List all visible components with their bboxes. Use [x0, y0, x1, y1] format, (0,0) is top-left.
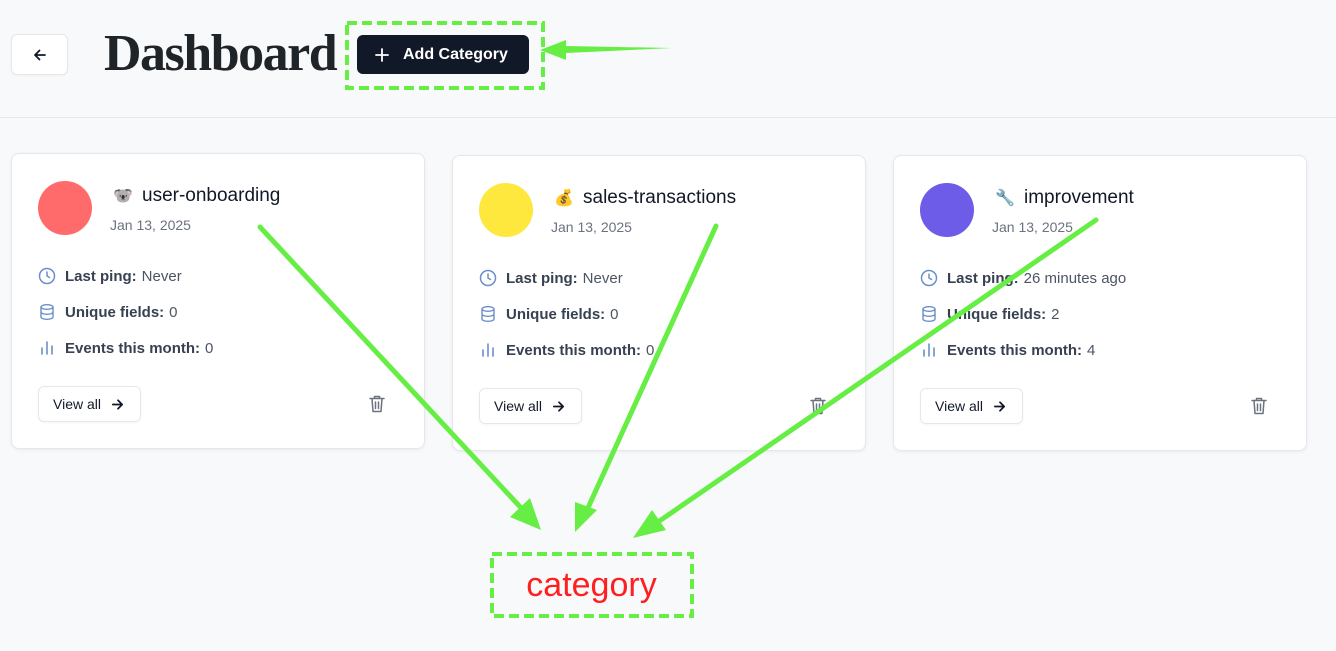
category-card-user-onboarding: 🐨 user-onboarding Jan 13, 2025 Last ping:… — [11, 153, 425, 449]
category-color-avatar — [920, 183, 974, 237]
last-ping-stat: Last ping: Never — [479, 269, 623, 287]
category-name: 💰 sales-transactions — [553, 187, 736, 209]
last-ping-label: Last ping: — [506, 269, 578, 287]
database-icon — [38, 303, 56, 321]
clock-icon — [479, 269, 497, 287]
category-name: 🐨 user-onboarding — [112, 185, 280, 207]
arrow-right-icon — [111, 398, 124, 410]
unique-fields-label: Unique fields: — [65, 303, 165, 321]
unique-fields-stat: Unique fields: 0 — [479, 305, 619, 323]
events-label: Events this month: — [65, 339, 201, 357]
wrench-emoji-icon: 🔧 — [995, 190, 1015, 207]
plus-icon — [375, 47, 389, 62]
page-title: Dashboard — [104, 25, 338, 82]
events-value: 0 — [646, 341, 655, 359]
arrow-right-icon — [993, 400, 1006, 412]
unique-fields-label: Unique fields: — [506, 305, 606, 323]
category-annotation-label: category — [526, 565, 657, 604]
trash-icon[interactable] — [809, 396, 827, 416]
trash-icon[interactable] — [368, 394, 386, 414]
category-name: 🔧 improvement — [994, 187, 1134, 209]
header-bar: Dashboard Add Category — [0, 0, 1336, 118]
events-value: 0 — [205, 339, 214, 357]
category-name-text: sales-transactions — [583, 187, 737, 208]
events-value: 4 — [1087, 341, 1096, 359]
last-ping-value: Never — [141, 267, 182, 285]
clock-icon — [920, 269, 938, 287]
category-name-text: improvement — [1024, 187, 1134, 208]
category-name-text: user-onboarding — [142, 185, 281, 206]
unique-fields-value: 2 — [1051, 305, 1060, 323]
view-all-label: View all — [494, 398, 542, 414]
last-ping-stat: Last ping: Never — [38, 267, 182, 285]
unique-fields-stat: Unique fields: 0 — [38, 303, 178, 321]
koala-emoji-icon: 🐨 — [113, 188, 133, 205]
unique-fields-value: 0 — [610, 305, 619, 323]
events-stat: Events this month: 0 — [479, 341, 654, 359]
bar-chart-icon — [38, 339, 56, 357]
bar-chart-icon — [479, 341, 497, 359]
back-button[interactable] — [11, 34, 68, 75]
events-label: Events this month: — [506, 341, 642, 359]
unique-fields-label: Unique fields: — [947, 305, 1047, 323]
bar-chart-icon — [920, 341, 938, 359]
category-date: Jan 13, 2025 — [551, 219, 632, 235]
money-bag-emoji-icon: 💰 — [554, 190, 574, 207]
view-all-button[interactable]: View all — [38, 386, 141, 422]
last-ping-value: 26 minutes ago — [1023, 269, 1127, 287]
last-ping-stat: Last ping: 26 minutes ago — [920, 269, 1126, 287]
category-color-avatar — [479, 183, 533, 237]
view-all-button[interactable]: View all — [479, 388, 582, 424]
last-ping-label: Last ping: — [947, 269, 1019, 287]
last-ping-value: Never — [582, 269, 623, 287]
view-all-label: View all — [935, 398, 983, 414]
view-all-button[interactable]: View all — [920, 388, 1023, 424]
unique-fields-stat: Unique fields: 2 — [920, 305, 1060, 323]
clock-icon — [38, 267, 56, 285]
database-icon — [479, 305, 497, 323]
category-card-sales-transactions: 💰 sales-transactions Jan 13, 2025 Last pi… — [452, 155, 866, 451]
arrow-left-icon — [33, 49, 46, 60]
events-stat: Events this month: 0 — [38, 339, 213, 357]
arrow-right-icon — [552, 400, 565, 412]
trash-icon[interactable] — [1250, 396, 1268, 416]
last-ping-label: Last ping: — [65, 267, 137, 285]
category-card-improvement: 🔧 improvement Jan 13, 2025 Last ping: 26 … — [893, 155, 1307, 451]
add-category-button[interactable]: Add Category — [357, 35, 529, 74]
events-stat: Events this month: 4 — [920, 341, 1095, 359]
category-date: Jan 13, 2025 — [110, 217, 191, 233]
view-all-label: View all — [53, 396, 101, 412]
unique-fields-value: 0 — [169, 303, 178, 321]
database-icon — [920, 305, 938, 323]
add-category-label: Add Category — [403, 45, 508, 63]
category-date: Jan 13, 2025 — [992, 219, 1073, 235]
events-label: Events this month: — [947, 341, 1083, 359]
category-color-avatar — [38, 181, 92, 235]
